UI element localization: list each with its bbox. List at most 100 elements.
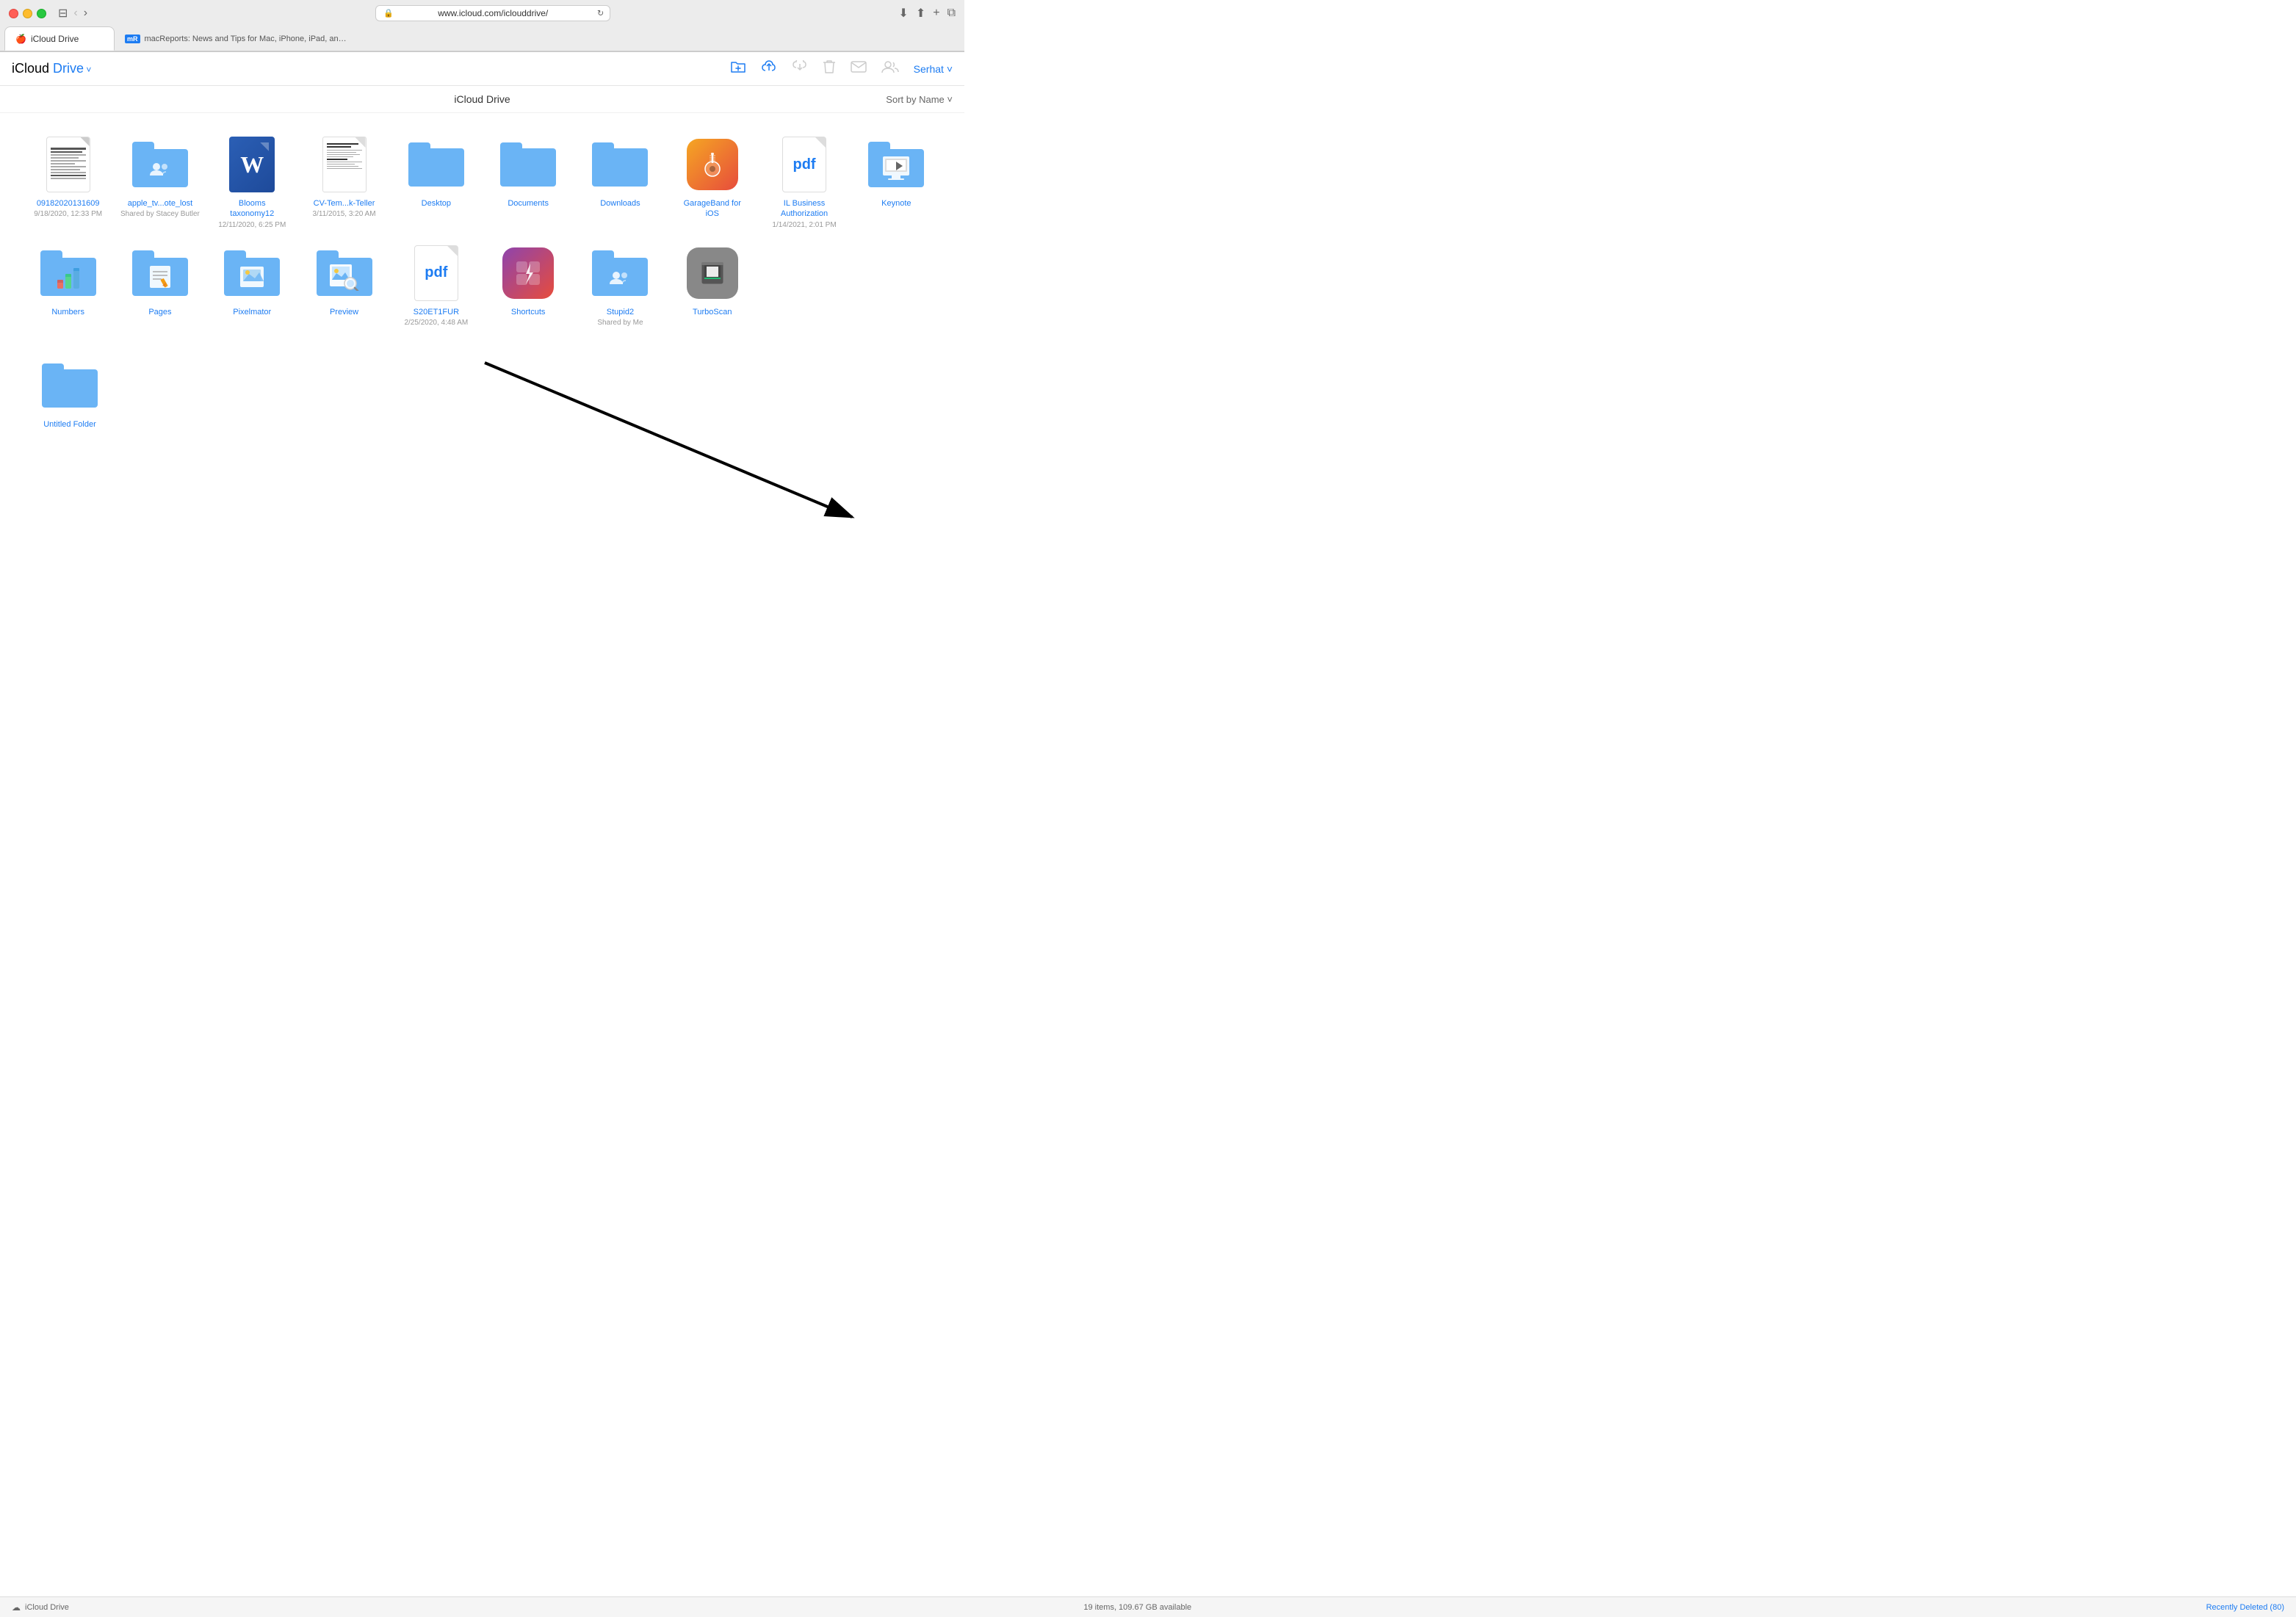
traffic-lights bbox=[9, 9, 46, 18]
email-icon[interactable] bbox=[851, 61, 867, 76]
sort-button[interactable]: Sort by Name ˅ bbox=[886, 94, 953, 105]
file-name: CV-Tem...k-Teller bbox=[314, 198, 375, 209]
file-name: Untitled Folder bbox=[43, 419, 96, 430]
app-toolbar: iCloud Drive ˅ bbox=[0, 52, 964, 86]
recently-deleted-label: Recently Deleted (80) bbox=[2206, 1603, 2284, 1612]
row3: Untitled Folder bbox=[0, 349, 964, 453]
close-button[interactable] bbox=[9, 9, 18, 18]
file-meta: 3/11/2015, 3:20 AM bbox=[313, 210, 376, 218]
upload-cloud-icon[interactable] bbox=[761, 60, 777, 77]
tab1-label: iCloud Drive bbox=[31, 34, 79, 44]
sort-label: Sort by Name bbox=[886, 94, 944, 105]
file-icon-shared-folder bbox=[131, 135, 189, 194]
icloud-status-icon: ☁ bbox=[12, 1602, 21, 1613]
file-name: Blooms taxonomy12 bbox=[219, 198, 285, 220]
file-item-keynote[interactable]: Keynote bbox=[851, 128, 942, 236]
address-bar[interactable]: 🔒 www.icloud.com/iclouddrive/ ↻ bbox=[375, 5, 610, 21]
file-icon-keynote-folder bbox=[867, 135, 925, 194]
file-item-shortcuts[interactable]: Shortcuts bbox=[483, 236, 574, 334]
icloud-drive-app: iCloud Drive ˅ bbox=[0, 52, 964, 537]
user-label: Serhat bbox=[914, 63, 944, 75]
file-item-downloads[interactable]: Downloads bbox=[574, 128, 666, 236]
sidebar-toggle-icon[interactable]: ⊟ bbox=[58, 6, 68, 21]
file-item-preview[interactable]: Preview bbox=[298, 236, 390, 334]
share-icon[interactable]: ⬆ bbox=[916, 6, 925, 21]
file-item-s20et1fur[interactable]: pdf S20ET1FUR 2/25/2020, 4:48 AM bbox=[390, 236, 482, 334]
new-folder-icon[interactable] bbox=[730, 60, 746, 77]
status-bar: ☁ iCloud Drive 19 items, 109.67 GB avail… bbox=[0, 1596, 2296, 1617]
file-icon-folder bbox=[591, 135, 649, 194]
status-center: 19 items, 109.67 GB available bbox=[1083, 1603, 1191, 1612]
user-button[interactable]: Serhat ˅ bbox=[914, 63, 953, 75]
file-name: Pixelmator bbox=[233, 307, 271, 317]
file-item-documents[interactable]: Documents bbox=[483, 128, 574, 236]
file-name: Documents bbox=[508, 198, 549, 209]
app-title-drive: Drive bbox=[49, 61, 84, 76]
download-item-icon[interactable] bbox=[792, 60, 808, 77]
fullscreen-button[interactable] bbox=[37, 9, 46, 18]
file-icon-folder bbox=[407, 135, 466, 194]
tabs-bar: 🍎 iCloud Drive mR macReports: News and T… bbox=[0, 26, 964, 51]
file-meta: 2/25/2020, 4:48 AM bbox=[404, 319, 468, 327]
tab-macreports[interactable]: mR macReports: News and Tips for Mac, iP… bbox=[115, 26, 361, 51]
user-dropdown-icon: ˅ bbox=[947, 63, 953, 75]
url-text: www.icloud.com/iclouddrive/ bbox=[438, 8, 548, 18]
tab1-favicon: 🍎 bbox=[15, 34, 26, 44]
file-item-pages[interactable]: Pages bbox=[114, 236, 206, 334]
file-meta: Shared by Stacey Butler bbox=[120, 210, 200, 218]
file-icon-shortcuts bbox=[499, 244, 557, 303]
file-name: Downloads bbox=[600, 198, 640, 209]
file-name: Numbers bbox=[51, 307, 84, 317]
file-icon-untitled-folder bbox=[40, 356, 99, 415]
file-name: Shortcuts bbox=[511, 307, 545, 317]
forward-icon[interactable]: › bbox=[84, 7, 87, 20]
file-name: Preview bbox=[330, 307, 358, 317]
status-left: ☁ iCloud Drive bbox=[12, 1602, 69, 1613]
tab2-label: macReports: News and Tips for Mac, iPhon… bbox=[145, 35, 350, 43]
file-icon-garageband bbox=[683, 135, 742, 194]
file-name: S20ET1FUR bbox=[414, 307, 459, 317]
file-item-pixelmator[interactable]: Pixelmator bbox=[206, 236, 298, 334]
file-icon-document bbox=[39, 135, 98, 194]
file-name: apple_tv...ote_lost bbox=[128, 198, 192, 209]
file-icon-preview-folder bbox=[315, 244, 374, 303]
sort-dropdown-icon: ˅ bbox=[947, 94, 953, 105]
file-meta: Shared by Me bbox=[597, 319, 643, 327]
file-icon-pdf2: pdf bbox=[407, 244, 466, 303]
file-icon-pixelmator-folder bbox=[223, 244, 281, 303]
files-grid: 09182020131609 9/18/2020, 12:33 PM bbox=[0, 113, 964, 349]
app-title: iCloud Drive ˅ bbox=[12, 61, 91, 76]
drive-dropdown-icon[interactable]: ˅ bbox=[84, 65, 91, 75]
file-item-apple-tv[interactable]: apple_tv...ote_lost Shared by Stacey But… bbox=[114, 128, 206, 236]
minimize-button[interactable] bbox=[23, 9, 32, 18]
file-icon-cv bbox=[315, 135, 374, 194]
file-icon-pdf: pdf bbox=[775, 135, 834, 194]
file-name: TurboScan bbox=[693, 307, 732, 317]
refresh-icon[interactable]: ↻ bbox=[597, 9, 604, 18]
file-item-untitled-folder[interactable]: Untitled Folder bbox=[22, 349, 118, 438]
file-name: Stupid2 bbox=[607, 307, 634, 317]
file-item-blooms[interactable]: W Blooms taxonomy12 12/11/2020, 6:25 PM bbox=[206, 128, 298, 236]
file-item-09182020131609[interactable]: 09182020131609 9/18/2020, 12:33 PM bbox=[22, 128, 114, 236]
status-app-label: iCloud Drive bbox=[25, 1603, 69, 1612]
tab-icloud-drive[interactable]: 🍎 iCloud Drive bbox=[4, 26, 115, 51]
recently-deleted-button[interactable]: Recently Deleted (80) bbox=[2206, 1603, 2284, 1612]
file-item-garageband[interactable]: GarageBand for iOS bbox=[666, 128, 758, 236]
new-tab-icon[interactable]: + bbox=[933, 7, 939, 20]
file-icon-folder bbox=[499, 135, 557, 194]
file-icon-turboscan bbox=[683, 244, 742, 303]
tabs-view-icon[interactable]: ⧉ bbox=[947, 7, 956, 20]
file-item-desktop[interactable]: Desktop bbox=[390, 128, 482, 236]
file-item-numbers[interactable]: Numbers bbox=[22, 236, 114, 334]
file-name: 09182020131609 bbox=[37, 198, 100, 209]
back-icon[interactable]: ‹ bbox=[73, 7, 77, 20]
share-people-icon[interactable] bbox=[881, 60, 899, 77]
file-item-turboscan[interactable]: TurboScan bbox=[666, 236, 758, 334]
download-icon[interactable]: ⬇ bbox=[898, 6, 908, 21]
delete-icon[interactable] bbox=[823, 59, 836, 78]
browser-toolbar-icons: ⬇ ⬆ + ⧉ bbox=[898, 6, 956, 21]
file-item-stupid2[interactable]: Stupid2 Shared by Me bbox=[574, 236, 666, 334]
file-item-cv[interactable]: CV-Tem...k-Teller 3/11/2015, 3:20 AM bbox=[298, 128, 390, 236]
file-item-il-business[interactable]: pdf IL Business Authorization 1/14/2021,… bbox=[758, 128, 850, 236]
nav-buttons: ⊟ ‹ › bbox=[58, 6, 87, 21]
